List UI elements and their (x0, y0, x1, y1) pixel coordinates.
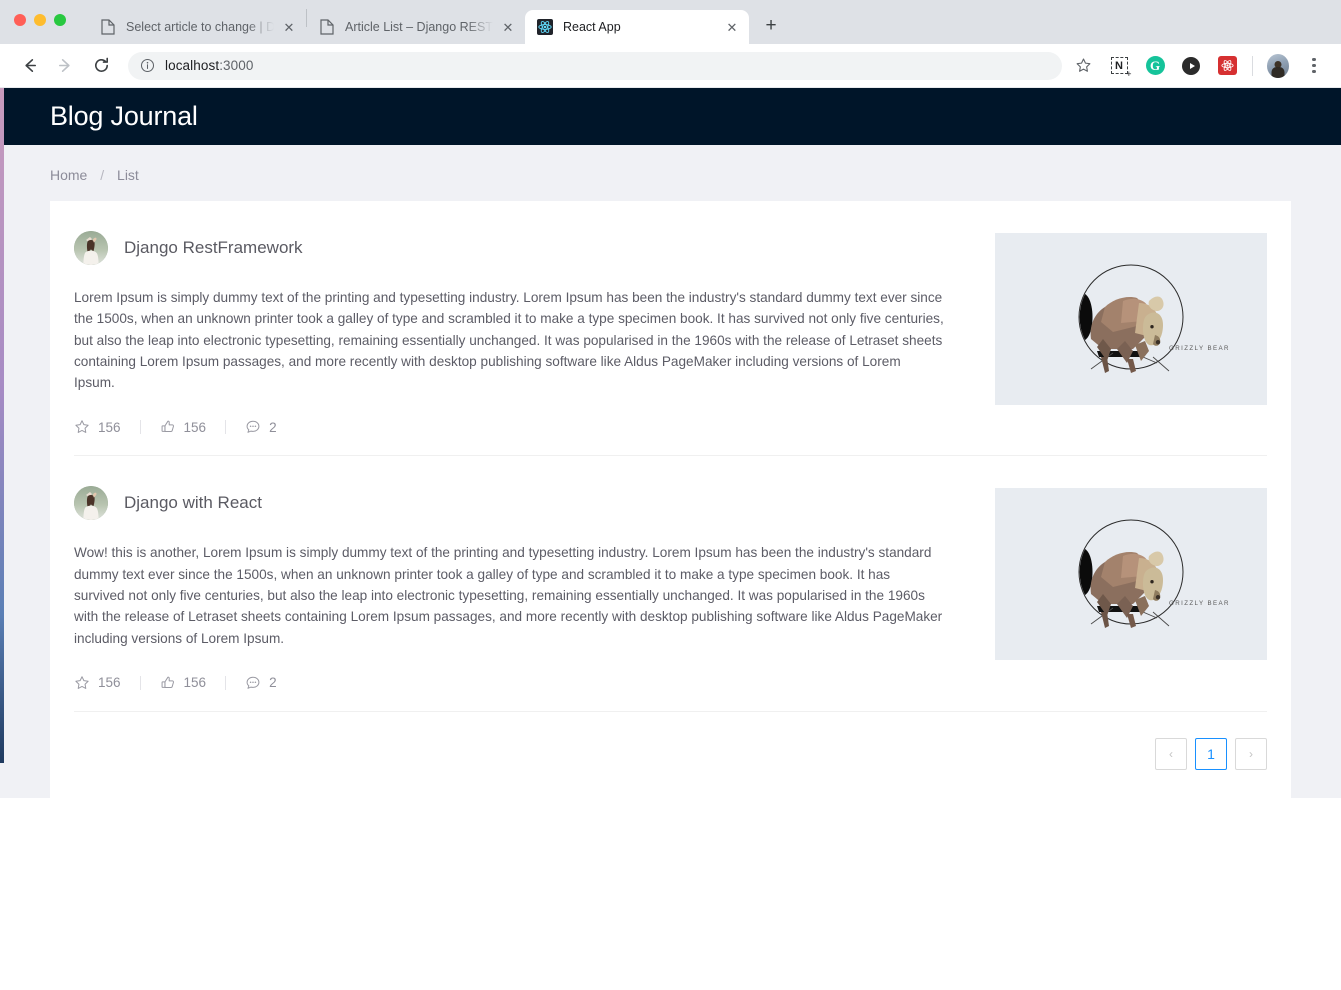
star-icon (75, 420, 89, 434)
page-viewport: Blog Journal Home / List Django RestFram… (0, 88, 1341, 990)
omnibox-toolbar: localhost:3000 N G (0, 44, 1341, 88)
avatar (74, 486, 108, 521)
star-icon (75, 676, 89, 689)
action-divider (139, 675, 141, 690)
breadcrumb-item-list[interactable]: List (117, 167, 139, 183)
window-controls[interactable] (14, 14, 66, 26)
tab-title: Article List – Django REST fram (345, 20, 493, 34)
toolbar-divider (1252, 55, 1253, 76)
like-action[interactable]: 156 (160, 419, 207, 435)
article-body: Wow! this is another, Lorem Ipsum is sim… (74, 545, 943, 646)
url-port: :3000 (219, 58, 254, 73)
forward-icon (50, 51, 80, 81)
profile-avatar[interactable] (1267, 53, 1289, 78)
article-header: Django RestFramework (74, 231, 965, 265)
thumbs-up-icon (161, 676, 174, 689)
breadcrumb: Home / List (0, 145, 1341, 201)
tab-strip: Select article to change | Djang ✕ Artic… (0, 0, 1341, 44)
article-content: Django RestFramework Lorem Ipsum is simp… (74, 231, 995, 455)
star-count: 156 (98, 419, 121, 435)
browser-tab-1[interactable]: Select article to change | Djang ✕ (88, 10, 306, 44)
star-action[interactable]: 156 (74, 419, 121, 435)
chevron-left-icon: ‹ (1169, 746, 1173, 761)
thumbnail-caption: GRIZZLY BEAR (1169, 600, 1230, 607)
browser-tab-3-active[interactable]: React App ✕ (525, 10, 749, 44)
pagination: ‹ 1 › (74, 712, 1267, 798)
avatar (74, 231, 108, 265)
chevron-right-icon: › (1249, 746, 1253, 761)
url-text: localhost:3000 (165, 58, 253, 73)
react-icon (537, 19, 553, 35)
bookmark-star-icon[interactable] (1072, 55, 1094, 77)
article-item[interactable]: Django with React Wow! this is another, … (74, 456, 1267, 712)
browser-tab-2[interactable]: Article List – Django REST fram ✕ (307, 10, 525, 44)
like-action[interactable]: 156 (160, 675, 207, 691)
site-info-icon[interactable] (140, 58, 155, 73)
action-divider (225, 420, 227, 435)
reload-icon[interactable] (86, 51, 116, 81)
tab-title: React App (563, 20, 621, 34)
grizzly-bear-illustration: GRIZZLY BEAR (1078, 264, 1230, 373)
close-window-button[interactable] (14, 14, 26, 26)
article-header: Django with React (74, 486, 965, 521)
article-thumbnail[interactable]: GRIZZLY BEAR (995, 488, 1267, 661)
notion-clipper-icon[interactable]: N (1108, 55, 1132, 79)
grizzly-bear-illustration: GRIZZLY BEAR (1078, 519, 1230, 629)
thumbs-up-icon (161, 421, 174, 433)
page-icon (319, 19, 335, 35)
page-edge-accent (0, 88, 4, 763)
action-divider (225, 675, 227, 690)
tab-list: Select article to change | Djang ✕ Artic… (88, 0, 785, 44)
comment-count: 2 (269, 419, 277, 435)
article-title[interactable]: Django RestFramework (124, 238, 303, 258)
star-action[interactable]: 156 (74, 675, 121, 691)
close-tab-button[interactable]: ✕ (280, 18, 298, 36)
article-actions: 156 156 2 (74, 675, 965, 691)
app-header: Blog Journal (0, 88, 1341, 145)
page-title: Blog Journal (50, 101, 198, 131)
star-count: 156 (98, 675, 121, 691)
article-title[interactable]: Django with React (124, 493, 262, 513)
comment-action[interactable]: 2 (245, 675, 277, 691)
browser-chrome: Select article to change | Djang ✕ Artic… (0, 0, 1341, 88)
close-tab-button[interactable]: ✕ (499, 18, 517, 36)
breadcrumb-item-home[interactable]: Home (50, 167, 87, 183)
like-count: 156 (183, 419, 207, 435)
maximize-window-button[interactable] (54, 14, 66, 26)
url-host: localhost (165, 58, 220, 73)
comment-action[interactable]: 2 (245, 419, 277, 435)
back-icon[interactable] (14, 51, 44, 81)
like-count: 156 (183, 675, 207, 691)
pagination-prev-button[interactable]: ‹ (1155, 737, 1187, 770)
app-body: Home / List Django RestFramework Lorem I… (0, 145, 1341, 798)
play-extension-icon[interactable] (1180, 55, 1202, 77)
address-bar[interactable]: localhost:3000 (128, 51, 1062, 80)
comment-count: 2 (269, 675, 277, 691)
tab-title: Select article to change | Djang (126, 20, 274, 34)
minimize-window-button[interactable] (34, 14, 46, 26)
extension-toolbar: N G (1072, 53, 1327, 79)
new-tab-button[interactable]: + (757, 12, 785, 40)
breadcrumb-separator: / (100, 167, 105, 183)
comment-icon (246, 421, 260, 434)
grammarly-icon[interactable]: G (1144, 55, 1166, 77)
article-item[interactable]: Django RestFramework Lorem Ipsum is simp… (74, 201, 1267, 457)
thumbnail-caption: GRIZZLY BEAR (1169, 345, 1230, 352)
article-content: Django with React Wow! this is another, … (74, 486, 995, 710)
chrome-menu-icon[interactable] (1303, 55, 1325, 77)
article-list-card: Django RestFramework Lorem Ipsum is simp… (50, 201, 1291, 798)
close-tab-button[interactable]: ✕ (723, 18, 741, 36)
pagination-next-button[interactable]: › (1235, 737, 1267, 770)
comment-icon (246, 676, 260, 689)
pagination-page-1[interactable]: 1 (1195, 737, 1227, 770)
article-actions: 156 156 2 (74, 419, 965, 435)
action-divider (139, 420, 141, 435)
article-body: Lorem Ipsum is simply dummy text of the … (74, 290, 944, 391)
react-devtools-icon[interactable] (1216, 55, 1238, 77)
page-icon (100, 19, 116, 35)
article-thumbnail[interactable]: GRIZZLY BEAR (995, 233, 1267, 405)
